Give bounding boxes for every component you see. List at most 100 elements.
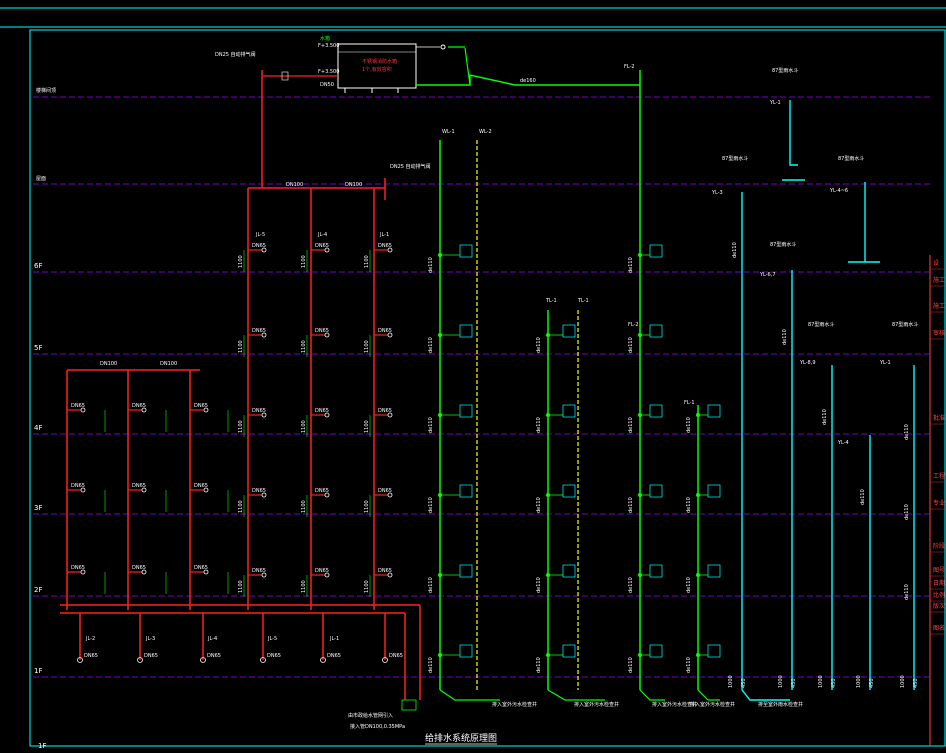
cleanout-icon	[546, 413, 550, 417]
fixture-size-label: DN65	[132, 483, 146, 489]
cleanout-icon	[696, 653, 700, 657]
fixture-size-label: DN65	[315, 328, 329, 334]
fixture-size-label: DN65	[315, 243, 329, 249]
title-block-field: 工程	[933, 472, 945, 480]
inlet-note-2: 接入管DN100,0.35MPa	[350, 723, 405, 730]
roof-header-dn: DN100	[345, 182, 362, 188]
pipe-size-label: de110	[536, 337, 542, 353]
fixture-size-label: DN65	[327, 653, 341, 659]
tank-warning-2: 1个,有效容积	[362, 66, 392, 73]
fixture-size-label: DN65	[252, 328, 266, 334]
rain-pipe-size: de110	[904, 584, 910, 600]
riser-label-jl4b: JL-4	[207, 636, 217, 642]
cleanout-icon	[438, 653, 442, 657]
dimension-label: 1100	[364, 580, 370, 593]
pipe-size-label: de110	[686, 417, 692, 433]
title-block-field: 版次	[933, 602, 945, 610]
pipe-size-label: de110	[628, 577, 634, 593]
fixture-size-label: DN65	[378, 568, 392, 574]
dimension-label: 1100	[301, 255, 307, 268]
fixture-size-label: DN65	[378, 243, 392, 249]
pipe-size-label: de110	[428, 417, 434, 433]
title-block-field: 专业	[933, 499, 945, 507]
fixture-size-label: DN65	[71, 483, 85, 489]
fixture-size-label: DN65	[267, 653, 281, 659]
title-block-field: 批准	[933, 414, 945, 422]
fixture-size-label: DN65	[252, 408, 266, 414]
riser-label-yl1b: YL-1	[879, 360, 891, 366]
fixture-size-label: DN65	[252, 243, 266, 249]
fixture-size-label: DN65	[252, 488, 266, 494]
plumbing-schematic: 楼梯间顶 屋面 6F 5F 4F 3F 2F 1F 1F 水箱 F+3.500 …	[0, 0, 946, 750]
rain-pipe-size: de110	[782, 329, 788, 345]
riser-label-fl1: FL-1	[684, 400, 695, 406]
riser-label-yl89: YL-8,9	[799, 360, 816, 366]
tank-outlet-label: DN50	[320, 82, 334, 88]
riser-label-yl1: YL-1	[769, 100, 781, 106]
riser-label-tl1: TL-1	[545, 298, 557, 304]
fixture-size-label: DN65	[132, 403, 146, 409]
floor-label-4f: 4F	[34, 424, 42, 432]
fixture-size-label: DN65	[207, 653, 221, 659]
roof-vent-size: de160	[520, 78, 536, 84]
rain-pipe-size: de110	[904, 504, 910, 520]
tank-warning-1: 不锈钢消防水箱	[362, 58, 397, 65]
floor-label-1f: 1F	[34, 667, 42, 675]
riser-label-fl2b: FL-2	[628, 322, 639, 328]
roof-drain-label-2: 87型雨水斗	[722, 155, 748, 162]
roof-air-vent-label: DN25 自动排气阀	[390, 163, 431, 170]
floor-label-bottom: 1F	[38, 742, 46, 749]
rain-out-note: 排至室外雨水检查井	[758, 701, 803, 708]
pipe-size-label: de110	[686, 657, 692, 673]
rain-pipe-size: de110	[860, 489, 866, 505]
dimension-label: 1100	[238, 340, 244, 353]
cleanout-icon	[696, 413, 700, 417]
background	[0, 0, 946, 749]
drain-out-note-2: 排入室外污水检查井	[574, 701, 619, 708]
pipe-size-label: de110	[428, 657, 434, 673]
riser-label-jl5b: JL-5	[267, 636, 277, 642]
rain-dim-label: 1000	[778, 675, 784, 688]
roof-drain-label-5: 87型雨水斗	[808, 321, 834, 328]
low-header-dn: DN100	[160, 361, 177, 367]
pipe-size-label: de110	[628, 657, 634, 673]
riser-label-fl2: FL-2	[624, 64, 635, 70]
pipe-size-label: de110	[428, 577, 434, 593]
tank-level-2: F+3.500	[318, 69, 339, 75]
cleanout-icon	[638, 333, 642, 337]
title-block-field: 比例	[933, 591, 945, 599]
rain-dim-label-2: 450	[913, 678, 919, 688]
drain-out-note-4: 排入室外污水检查井	[690, 701, 735, 708]
title-block-field: 日期	[933, 579, 945, 587]
fixture-size-label: DN65	[378, 408, 392, 414]
roof-drain-label: 87型雨水斗	[772, 67, 798, 74]
pipe-size-label: de110	[686, 577, 692, 593]
title-block-field: 图号	[933, 567, 945, 574]
riser-label-jl3: JL-3	[145, 636, 155, 642]
low-header-dn: DN100	[100, 361, 117, 367]
riser-label-jl4: JL-4	[317, 232, 327, 238]
title-block-field: 审核	[933, 329, 945, 337]
riser-label-jl1b: JL-1	[329, 636, 339, 642]
riser-label-wl1: WL-1	[442, 129, 455, 135]
riser-label-tl1b: TL-1	[577, 298, 589, 304]
rain-dim-label-2: 450	[791, 678, 797, 688]
cleanout-icon	[638, 573, 642, 577]
pipe-size-label: de110	[628, 497, 634, 513]
riser-label-jl5: JL-5	[255, 232, 265, 238]
fixture-size-label: DN65	[315, 408, 329, 414]
dimension-label: 1100	[301, 340, 307, 353]
fixture-size-label: DN65	[71, 403, 85, 409]
cleanout-icon	[638, 653, 642, 657]
fixture-size-label: DN65	[144, 653, 158, 659]
cleanout-icon	[546, 653, 550, 657]
dimension-label: 1100	[301, 420, 307, 433]
roof-drain-label-6: 87型雨水斗	[892, 321, 918, 328]
cleanout-icon	[638, 413, 642, 417]
tank-inlet-label: DN25 自动排气阀	[215, 51, 256, 58]
dimension-label: 1100	[364, 255, 370, 268]
roof-header-dn: DN100	[286, 182, 303, 188]
cleanout-icon	[546, 333, 550, 337]
rain-dim-label-2: 450	[869, 678, 875, 688]
cleanout-icon	[438, 493, 442, 497]
